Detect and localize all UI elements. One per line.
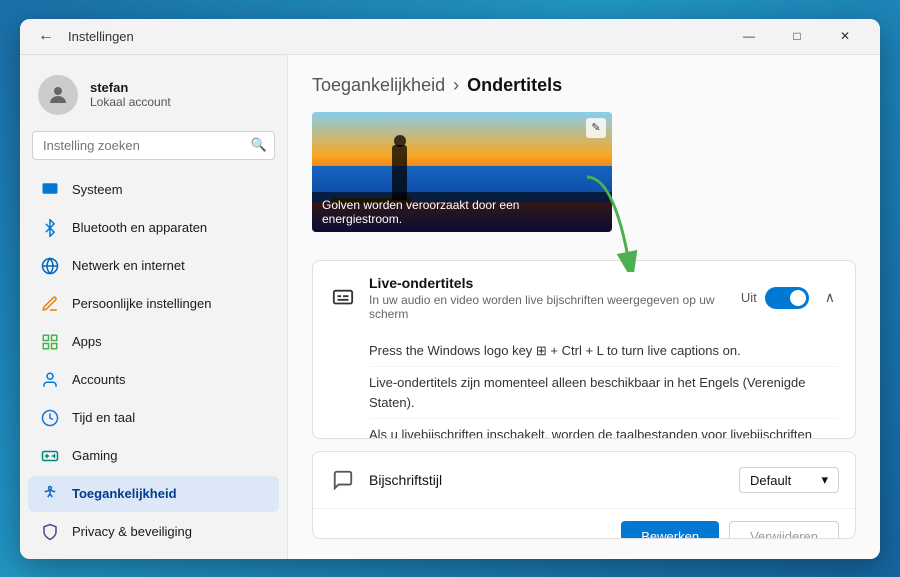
apps-icon: [40, 332, 60, 352]
dropdown-arrow-icon: ▾: [821, 472, 828, 488]
caption-style-card: Bijschriftstijl Default ▾ Bewerken Verwi…: [312, 451, 856, 538]
caption-overlay: Golven worden veroorzaakt door een energ…: [312, 192, 612, 232]
info-line-3: Als u livebijschriften inschakelt, worde…: [369, 418, 839, 439]
sidebar-item-label: Netwerk en internet: [72, 258, 185, 273]
toggle-label: Uit: [741, 290, 757, 305]
persoonlijk-icon: [40, 294, 60, 314]
live-captions-desc: In uw audio en video worden live bijschr…: [369, 293, 729, 321]
green-arrow: [572, 172, 642, 272]
search-box: 🔍: [32, 131, 275, 160]
account-type: Lokaal account: [90, 95, 171, 109]
sidebar-item-label: Privacy & beveiliging: [72, 524, 192, 539]
silhouette-head: [394, 135, 406, 147]
breadcrumb-separator: ›: [453, 75, 459, 96]
titlebar: ← Instellingen — □ ✕: [20, 19, 880, 55]
sidebar-item-toegankelijkheid[interactable]: Toegankelijkheid: [28, 476, 279, 512]
breadcrumb-parent: Toegankelijkheid: [312, 75, 445, 96]
caption-style-icon: [329, 466, 357, 494]
style-select-dropdown[interactable]: Default ▾: [739, 467, 839, 493]
expand-button[interactable]: ∧: [821, 285, 839, 310]
tijd-icon: [40, 408, 60, 428]
live-captions-card: Live-ondertitels In uw audio en video wo…: [312, 260, 856, 440]
back-button[interactable]: ←: [32, 22, 60, 50]
sidebar-item-tijd[interactable]: Tijd en taal: [28, 400, 279, 436]
remove-button: Verwijderen: [729, 521, 839, 538]
privacy-icon: [40, 522, 60, 542]
accounts-icon: [40, 370, 60, 390]
green-arrow-container: [572, 172, 642, 277]
toggle-area: Uit: [741, 287, 809, 309]
sidebar-item-accounts[interactable]: Accounts: [28, 362, 279, 398]
maximize-button[interactable]: □: [774, 20, 820, 52]
sidebar-item-label: Bluetooth en apparaten: [72, 220, 207, 235]
info-line-2: Live-ondertitels zijn momenteel alleen b…: [369, 366, 839, 418]
window-title: Instellingen: [68, 29, 726, 44]
sidebar-item-netwerk[interactable]: Netwerk en internet: [28, 248, 279, 284]
action-row: Bewerken Verwijderen: [313, 508, 855, 538]
info-line-1: Press the Windows logo key ⊞ + Ctrl + L …: [369, 335, 839, 367]
search-input[interactable]: [32, 131, 275, 160]
live-captions-title: Live-ondertitels: [369, 275, 729, 291]
sidebar-item-bluetooth[interactable]: Bluetooth en apparaten: [28, 210, 279, 246]
edit-icon[interactable]: ✎: [586, 118, 606, 138]
window-controls: — □ ✕: [726, 20, 868, 52]
settings-window: ← Instellingen — □ ✕ stefan Lokaal accou…: [20, 19, 880, 559]
sidebar-item-label: Gaming: [72, 448, 118, 463]
sidebar-item-label: Systeem: [72, 182, 123, 197]
breadcrumb-current: Ondertitels: [467, 75, 562, 96]
sidebar-item-privacy[interactable]: Privacy & beveiliging: [28, 514, 279, 550]
style-select-value: Default: [750, 473, 791, 488]
gaming-icon: [40, 446, 60, 466]
sidebar-item-update[interactable]: Windows Update: [28, 552, 279, 559]
edit-button[interactable]: Bewerken: [621, 521, 719, 538]
live-captions-text: Live-ondertitels In uw audio en video wo…: [369, 275, 729, 321]
sidebar-item-label: Toegankelijkheid: [72, 486, 177, 501]
sidebar-item-label: Accounts: [72, 372, 125, 387]
sidebar-item-systeem[interactable]: Systeem: [28, 172, 279, 208]
live-captions-toggle[interactable]: [765, 287, 809, 309]
sidebar-item-label: Apps: [72, 334, 102, 349]
preview-image: ✎ Golven worden veroorzaakt door een ene…: [312, 112, 612, 232]
avatar: [38, 75, 78, 115]
sidebar-item-apps[interactable]: Apps: [28, 324, 279, 360]
close-button[interactable]: ✕: [822, 20, 868, 52]
minimize-button[interactable]: —: [726, 20, 772, 52]
caption-text: Golven worden veroorzaakt door een energ…: [322, 198, 519, 226]
systeem-icon: [40, 180, 60, 200]
sidebar-item-gaming[interactable]: Gaming: [28, 438, 279, 474]
netwerk-icon: [40, 256, 60, 276]
window-content: stefan Lokaal account 🔍 Systeem Blueto: [20, 55, 880, 559]
breadcrumb: Toegankelijkheid › Ondertitels: [312, 75, 856, 96]
caption-style-label: Bijschriftstijl: [369, 472, 727, 488]
caption-style-row: Bijschriftstijl Default ▾: [313, 452, 855, 508]
toegankelijkheid-icon: [40, 484, 60, 504]
info-lines: Press the Windows logo key ⊞ + Ctrl + L …: [313, 335, 855, 440]
sidebar-item-label: Persoonlijke instellingen: [72, 296, 211, 311]
sidebar-item-persoonlijk[interactable]: Persoonlijke instellingen: [28, 286, 279, 322]
sidebar: stefan Lokaal account 🔍 Systeem Blueto: [20, 55, 288, 559]
username: stefan: [90, 80, 171, 95]
bluetooth-icon: [40, 218, 60, 238]
user-section: stefan Lokaal account: [28, 67, 279, 131]
sidebar-item-label: Tijd en taal: [72, 410, 135, 425]
live-captions-icon: [329, 284, 357, 312]
user-info: stefan Lokaal account: [90, 80, 171, 109]
main-content: Toegankelijkheid › Ondertitels ✎ Golven …: [288, 55, 880, 559]
